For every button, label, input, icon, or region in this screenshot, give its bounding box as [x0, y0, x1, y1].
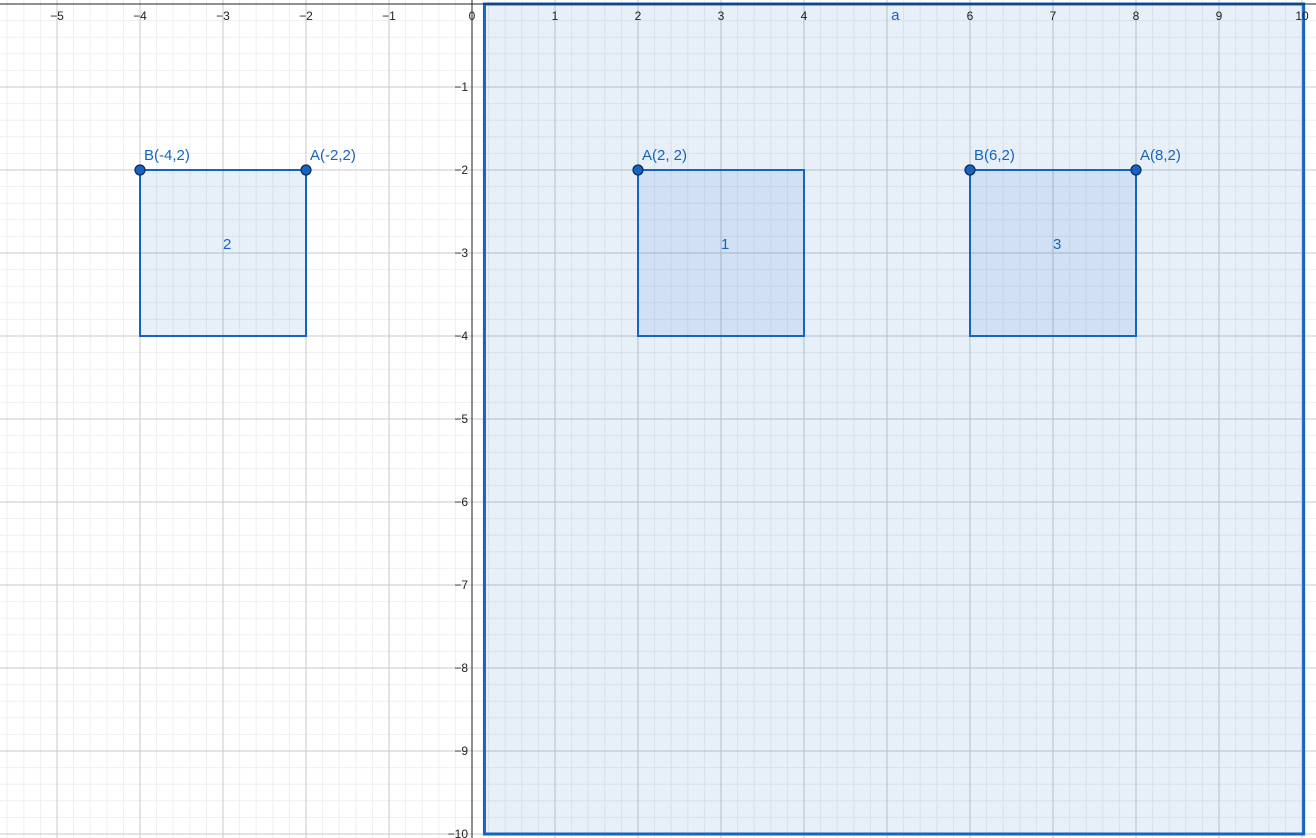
- region-a[interactable]: [482, 2, 1306, 836]
- x-tick-label: 9: [1216, 9, 1223, 23]
- x-tick-label: 8: [1133, 9, 1140, 23]
- point-a-2-2[interactable]: [632, 164, 644, 176]
- y-tick-label: −6: [454, 495, 468, 509]
- point-b-neg4-2[interactable]: [134, 164, 146, 176]
- polygon-layer: 1 2 3: [139, 169, 1137, 337]
- poly-1[interactable]: [637, 169, 805, 337]
- x-tick-label: 6: [967, 9, 974, 23]
- poly-1-label: 1: [721, 236, 729, 253]
- point-a-8-2[interactable]: [1130, 164, 1142, 176]
- poly-3-label: 3: [1053, 236, 1061, 253]
- y-tick-label: −9: [454, 744, 468, 758]
- poly-3[interactable]: [969, 169, 1137, 337]
- graphing-canvas[interactable]: a 12 3 −5 −4 −3 −2 −1 0 1 2 3 4 6 7 8 9 10−1−2−3−4−5−6−…: [0, 0, 1316, 838]
- x-tick-label: −4: [133, 9, 147, 23]
- x-tick-label: 7: [1050, 9, 1057, 23]
- x-tick-label: 1: [552, 9, 559, 23]
- x-tick-label: 10: [1295, 9, 1309, 23]
- point-b-6-2[interactable]: [964, 164, 976, 176]
- point-a-neg2-2[interactable]: [300, 164, 312, 176]
- point-b-6-2-label: B(6,2): [974, 147, 1015, 164]
- point-a-neg2-2-label: A(-2,2): [310, 147, 356, 164]
- y-tick-label: −3: [454, 246, 468, 260]
- point-a-2-2-label: A(2, 2): [642, 147, 687, 164]
- x-tick-label: −3: [216, 9, 230, 23]
- y-tick-label: −10: [448, 827, 469, 838]
- region-layer: a: [482, 2, 1306, 836]
- x-tick-label: −1: [382, 9, 396, 23]
- y-tick-label: −8: [454, 661, 468, 675]
- y-tick-label: −1: [454, 80, 468, 94]
- point-a-8-2-label: A(8,2): [1140, 147, 1181, 164]
- x-tick-label: −2: [299, 9, 313, 23]
- y-tick-label: −2: [454, 163, 468, 177]
- y-tick-label: −5: [454, 412, 468, 426]
- y-tick-label: −7: [454, 578, 468, 592]
- x-tick-label: 2: [635, 9, 642, 23]
- region-a-label: a: [891, 7, 900, 24]
- point-b-neg4-2-label: B(-4,2): [144, 147, 190, 164]
- poly-2-label: 2: [223, 236, 231, 253]
- x-tick-label: 4: [801, 9, 808, 23]
- x-tick-label: 3: [718, 9, 725, 23]
- poly-2[interactable]: [139, 169, 307, 337]
- x-tick-label: −5: [50, 9, 64, 23]
- y-tick-label: −4: [454, 329, 468, 343]
- x-tick-label: 0: [469, 9, 476, 23]
